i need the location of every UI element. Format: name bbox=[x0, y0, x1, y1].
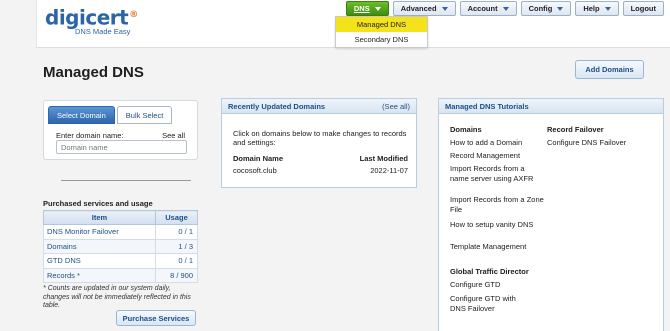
table-row: DNS Monitor Failover 0 / 1 bbox=[43, 224, 198, 240]
nav-config[interactable]: Config bbox=[520, 1, 572, 16]
menu-item-managed-dns[interactable]: Managed DNS bbox=[336, 17, 427, 32]
nav-dns[interactable]: DNS bbox=[345, 1, 389, 16]
divider bbox=[61, 180, 191, 181]
recent-description: Click on domains below to make changes t… bbox=[233, 129, 407, 147]
row-item-name[interactable]: Records * bbox=[43, 267, 156, 283]
tutorials-panel: Managed DNS Tutorials Domains How to add… bbox=[438, 98, 664, 331]
tutorial-link-record-management[interactable]: Record Management bbox=[450, 151, 520, 161]
tab-bulk-select[interactable]: Bulk Select bbox=[116, 106, 173, 124]
column-header-item: Item bbox=[43, 210, 156, 225]
column-header-usage: Usage bbox=[155, 210, 198, 225]
tutorial-link-gtd-with-failover[interactable]: Configure GTD with DNS Failover bbox=[450, 294, 530, 313]
row-usage: 0 / 1 bbox=[155, 253, 198, 269]
column-header-last-modified: Last Modified bbox=[359, 154, 408, 163]
logout-label: Logout bbox=[630, 4, 656, 13]
tutorial-link-vanity-dns[interactable]: How to setup vanity DNS bbox=[450, 220, 545, 230]
purchase-services-button[interactable]: Purchase Services bbox=[116, 310, 196, 326]
digicert-logo[interactable]: digicert® DNS Made Easy bbox=[45, 4, 138, 36]
table-row: GTD DNS 0 / 1 bbox=[43, 253, 198, 269]
recently-updated-panel: Recently Updated Domains (See all) Click… bbox=[221, 98, 417, 188]
nav-help[interactable]: Help bbox=[575, 1, 619, 16]
recent-see-all-link[interactable]: (See all) bbox=[382, 102, 410, 111]
table-row: Records * 8 / 900 bbox=[43, 267, 198, 283]
select-domain-box: Select Domain Bulk Select Enter domain n… bbox=[43, 100, 198, 160]
tutorials-domains-heading: Domains bbox=[450, 125, 482, 134]
nav-dns-label: DNS bbox=[353, 4, 370, 13]
nav-account[interactable]: Account bbox=[459, 1, 517, 16]
row-item-name[interactable]: GTD DNS bbox=[43, 253, 156, 269]
counts-note: * Counts are updated in our system daily… bbox=[43, 285, 191, 309]
recent-domain-modified: 2022-11-07 bbox=[370, 166, 408, 175]
tab-select-domain[interactable]: Select Domain bbox=[48, 106, 115, 124]
chevron-down-icon bbox=[441, 6, 448, 11]
menu-item-secondary-dns[interactable]: Secondary DNS bbox=[336, 32, 427, 47]
domain-name-input[interactable] bbox=[56, 140, 187, 154]
add-domains-button[interactable]: Add Domains bbox=[575, 60, 644, 79]
row-usage: 1 / 3 bbox=[155, 238, 198, 254]
column-header-domain-name: Domain Name bbox=[233, 154, 284, 163]
chevron-down-icon bbox=[502, 6, 509, 11]
nav-advanced-label: Advanced bbox=[400, 4, 437, 13]
logo-subtitle: DNS Made Easy bbox=[75, 26, 131, 36]
recent-panel-title: Recently Updated Domains bbox=[228, 101, 326, 111]
chevron-down-icon bbox=[604, 6, 611, 11]
tutorials-gtd-heading: Global Traffic Director bbox=[450, 267, 529, 276]
row-item-name[interactable]: Domains bbox=[43, 238, 156, 254]
enter-domain-label: Enter domain name: bbox=[56, 131, 124, 140]
tutorial-link-import-axfr[interactable]: Import Records from a name server using … bbox=[450, 164, 545, 183]
chevron-down-icon bbox=[374, 6, 381, 11]
main-nav: DNS Advanced Account Config Help Logout bbox=[345, 1, 664, 16]
purchased-services-title: Purchased services and usage bbox=[43, 199, 153, 208]
recent-panel-header: Recently Updated Domains (See all) bbox=[222, 99, 416, 114]
table-row: Domains 1 / 3 bbox=[43, 238, 198, 254]
nav-help-label: Help bbox=[583, 4, 600, 13]
recent-domain-link[interactable]: cocosoft.club bbox=[233, 166, 277, 175]
see-all-link[interactable]: See all bbox=[162, 131, 185, 140]
row-usage: 0 / 1 bbox=[155, 224, 198, 240]
nav-account-label: Account bbox=[467, 4, 498, 13]
logout-button[interactable]: Logout bbox=[622, 1, 664, 16]
nav-advanced[interactable]: Advanced bbox=[392, 1, 456, 16]
page-title: Managed DNS bbox=[43, 64, 144, 81]
purchased-services-table: Item Usage DNS Monitor Failover 0 / 1 Do… bbox=[43, 210, 198, 283]
chevron-down-icon bbox=[557, 6, 564, 11]
tutorials-panel-title: Managed DNS Tutorials bbox=[445, 101, 529, 111]
tutorials-failover-heading: Record Failover bbox=[547, 125, 604, 134]
row-usage: 8 / 900 bbox=[155, 267, 198, 283]
table-header-row: Item Usage bbox=[43, 210, 198, 225]
tutorial-link-import-zone-file[interactable]: Import Records from a Zone File bbox=[450, 195, 545, 214]
tutorial-link-configure-dns-failover[interactable]: Configure DNS Failover bbox=[547, 138, 626, 148]
tutorial-link-template-management[interactable]: Template Management bbox=[450, 242, 526, 252]
tutorials-panel-header: Managed DNS Tutorials bbox=[439, 99, 663, 114]
logo-wordmark: digicert® bbox=[45, 5, 138, 30]
nav-config-label: Config bbox=[528, 4, 553, 13]
tutorial-link-add-domain[interactable]: How to add a Domain bbox=[450, 138, 522, 148]
tutorial-link-configure-gtd[interactable]: Configure GTD bbox=[450, 280, 500, 290]
row-item-name[interactable]: DNS Monitor Failover bbox=[43, 224, 156, 240]
dns-dropdown-menu: Managed DNS Secondary DNS bbox=[335, 16, 428, 48]
select-tabs: Select Domain Bulk Select bbox=[48, 106, 173, 124]
